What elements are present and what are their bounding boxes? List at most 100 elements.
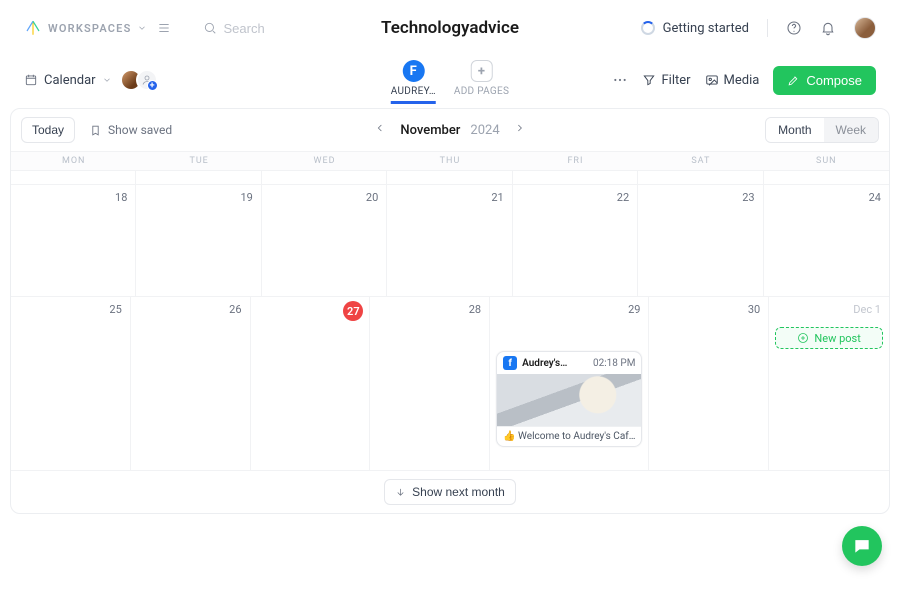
calendar-cell[interactable]: 21	[387, 185, 512, 296]
calendar-cell[interactable]: 22	[513, 185, 638, 296]
plus-badge-icon: +	[147, 80, 158, 91]
page-title: Technologyadvice	[381, 18, 519, 38]
tab-facebook-page[interactable]: f Audrey…	[391, 60, 436, 104]
day-number: 30	[748, 303, 760, 316]
calendar-row: 18 19 20 21 22 23 24	[11, 185, 889, 297]
day-number: 26	[229, 303, 241, 316]
compose-button[interactable]: Compose	[773, 66, 876, 95]
help-button[interactable]	[786, 20, 802, 36]
compose-icon	[787, 74, 800, 87]
calendar-row: 25 26 27 28 29 f Audrey's… 02:18 PM 👍 We…	[11, 297, 889, 471]
calendar-cell[interactable]: 20	[262, 185, 387, 296]
show-next-label: Show next month	[412, 485, 505, 499]
calendar-cell[interactable]: 28	[370, 297, 490, 470]
dow-label: SAT	[638, 152, 763, 170]
help-icon	[786, 20, 802, 36]
plus-icon: +	[471, 60, 493, 82]
filter-label: Filter	[661, 73, 690, 88]
calendar-cell[interactable]: 27	[251, 297, 371, 470]
chat-fab[interactable]	[842, 526, 882, 566]
filter-button[interactable]: Filter	[642, 73, 690, 88]
show-saved-toggle[interactable]: Show saved	[89, 123, 172, 137]
calendar-cell[interactable]: 18	[11, 185, 136, 296]
calendar-cell[interactable]: 30	[649, 297, 769, 470]
media-button[interactable]: Media	[705, 73, 760, 88]
day-number: 22	[617, 191, 629, 204]
day-number: 18	[115, 191, 127, 204]
chevron-down-icon	[137, 23, 147, 33]
bookmark-icon	[89, 124, 102, 137]
prev-month-button[interactable]	[370, 120, 390, 140]
view-toggle: Month Week	[765, 117, 879, 143]
media-icon	[705, 73, 719, 87]
add-member-button[interactable]: +	[136, 69, 158, 91]
tab-add-pages[interactable]: + ADD PAGES	[454, 60, 509, 104]
brand-logo-icon	[24, 19, 42, 37]
search-input[interactable]	[223, 21, 303, 36]
next-month-button[interactable]	[510, 120, 530, 140]
calendar-cell[interactable]: 26	[131, 297, 251, 470]
calendar-cell[interactable]: 29 f Audrey's… 02:18 PM 👍 Welcome to Aud…	[490, 297, 649, 470]
show-next-month-button[interactable]: Show next month	[384, 479, 516, 505]
calendar-icon	[24, 73, 38, 87]
emoji-icon: 👍	[503, 431, 515, 442]
month-label: November	[400, 123, 460, 138]
section-picker[interactable]: Calendar	[24, 73, 112, 88]
arrow-down-icon	[395, 487, 406, 498]
day-number: 23	[742, 191, 754, 204]
day-number: Dec 1	[853, 303, 881, 316]
today-button[interactable]: Today	[21, 117, 75, 143]
dow-label: WED	[262, 152, 387, 170]
divider	[767, 19, 768, 37]
hamburger-icon[interactable]	[157, 21, 171, 35]
ellipsis-icon	[612, 72, 628, 88]
getting-started-label: Getting started	[663, 21, 749, 36]
section-label: Calendar	[44, 73, 96, 88]
search-icon	[203, 21, 217, 35]
new-post-button[interactable]: New post	[775, 327, 883, 349]
chat-icon	[852, 536, 872, 556]
dow-label: SUN	[764, 152, 889, 170]
filter-icon	[642, 73, 656, 87]
show-saved-label: Show saved	[108, 123, 172, 137]
arrow-left-icon	[374, 122, 386, 134]
calendar-cell[interactable]: 19	[136, 185, 261, 296]
user-avatar[interactable]	[854, 17, 876, 39]
post-thumbnail	[497, 374, 641, 426]
calendar-cell[interactable]: Dec 1 New post	[769, 297, 889, 470]
new-post-label: New post	[814, 332, 860, 345]
calendar-cell[interactable]: 23	[638, 185, 763, 296]
dow-header: MON TUE WED THU FRI SAT SUN	[11, 151, 889, 171]
calendar-cell[interactable]: 24	[764, 185, 889, 296]
day-number: 28	[469, 303, 481, 316]
day-number: 25	[109, 303, 121, 316]
view-week-button[interactable]: Week	[824, 118, 878, 142]
view-month-button[interactable]: Month	[766, 118, 823, 142]
media-label: Media	[724, 73, 760, 88]
workspaces-brand[interactable]: WORKSPACES	[24, 19, 171, 37]
dow-label: TUE	[136, 152, 261, 170]
members-stack[interactable]: +	[126, 69, 158, 91]
day-number-today: 27	[343, 301, 363, 321]
scheduled-post-card[interactable]: f Audrey's… 02:18 PM 👍 Welcome to Audrey…	[496, 351, 642, 447]
post-time: 02:18 PM	[593, 358, 635, 369]
search[interactable]	[203, 21, 303, 36]
dow-label: FRI	[513, 152, 638, 170]
post-account: Audrey's…	[522, 358, 588, 369]
dow-label: MON	[11, 152, 136, 170]
tab-label: ADD PAGES	[454, 86, 509, 97]
post-caption-text: Welcome to Audrey's Caf…	[518, 431, 635, 442]
month-navigator: November 2024	[370, 120, 529, 140]
calendar-row-partial	[11, 171, 889, 185]
tab-label: Audrey…	[391, 86, 436, 97]
arrow-right-icon	[514, 122, 526, 134]
more-button[interactable]	[612, 72, 628, 88]
calendar-cell[interactable]: 25	[11, 297, 131, 470]
day-number: 24	[869, 191, 881, 204]
dow-label: THU	[387, 152, 512, 170]
progress-spinner-icon	[641, 21, 655, 35]
getting-started-link[interactable]: Getting started	[641, 21, 749, 36]
notifications-button[interactable]	[820, 20, 836, 36]
day-number: 21	[491, 191, 503, 204]
year-label: 2024	[470, 123, 499, 138]
